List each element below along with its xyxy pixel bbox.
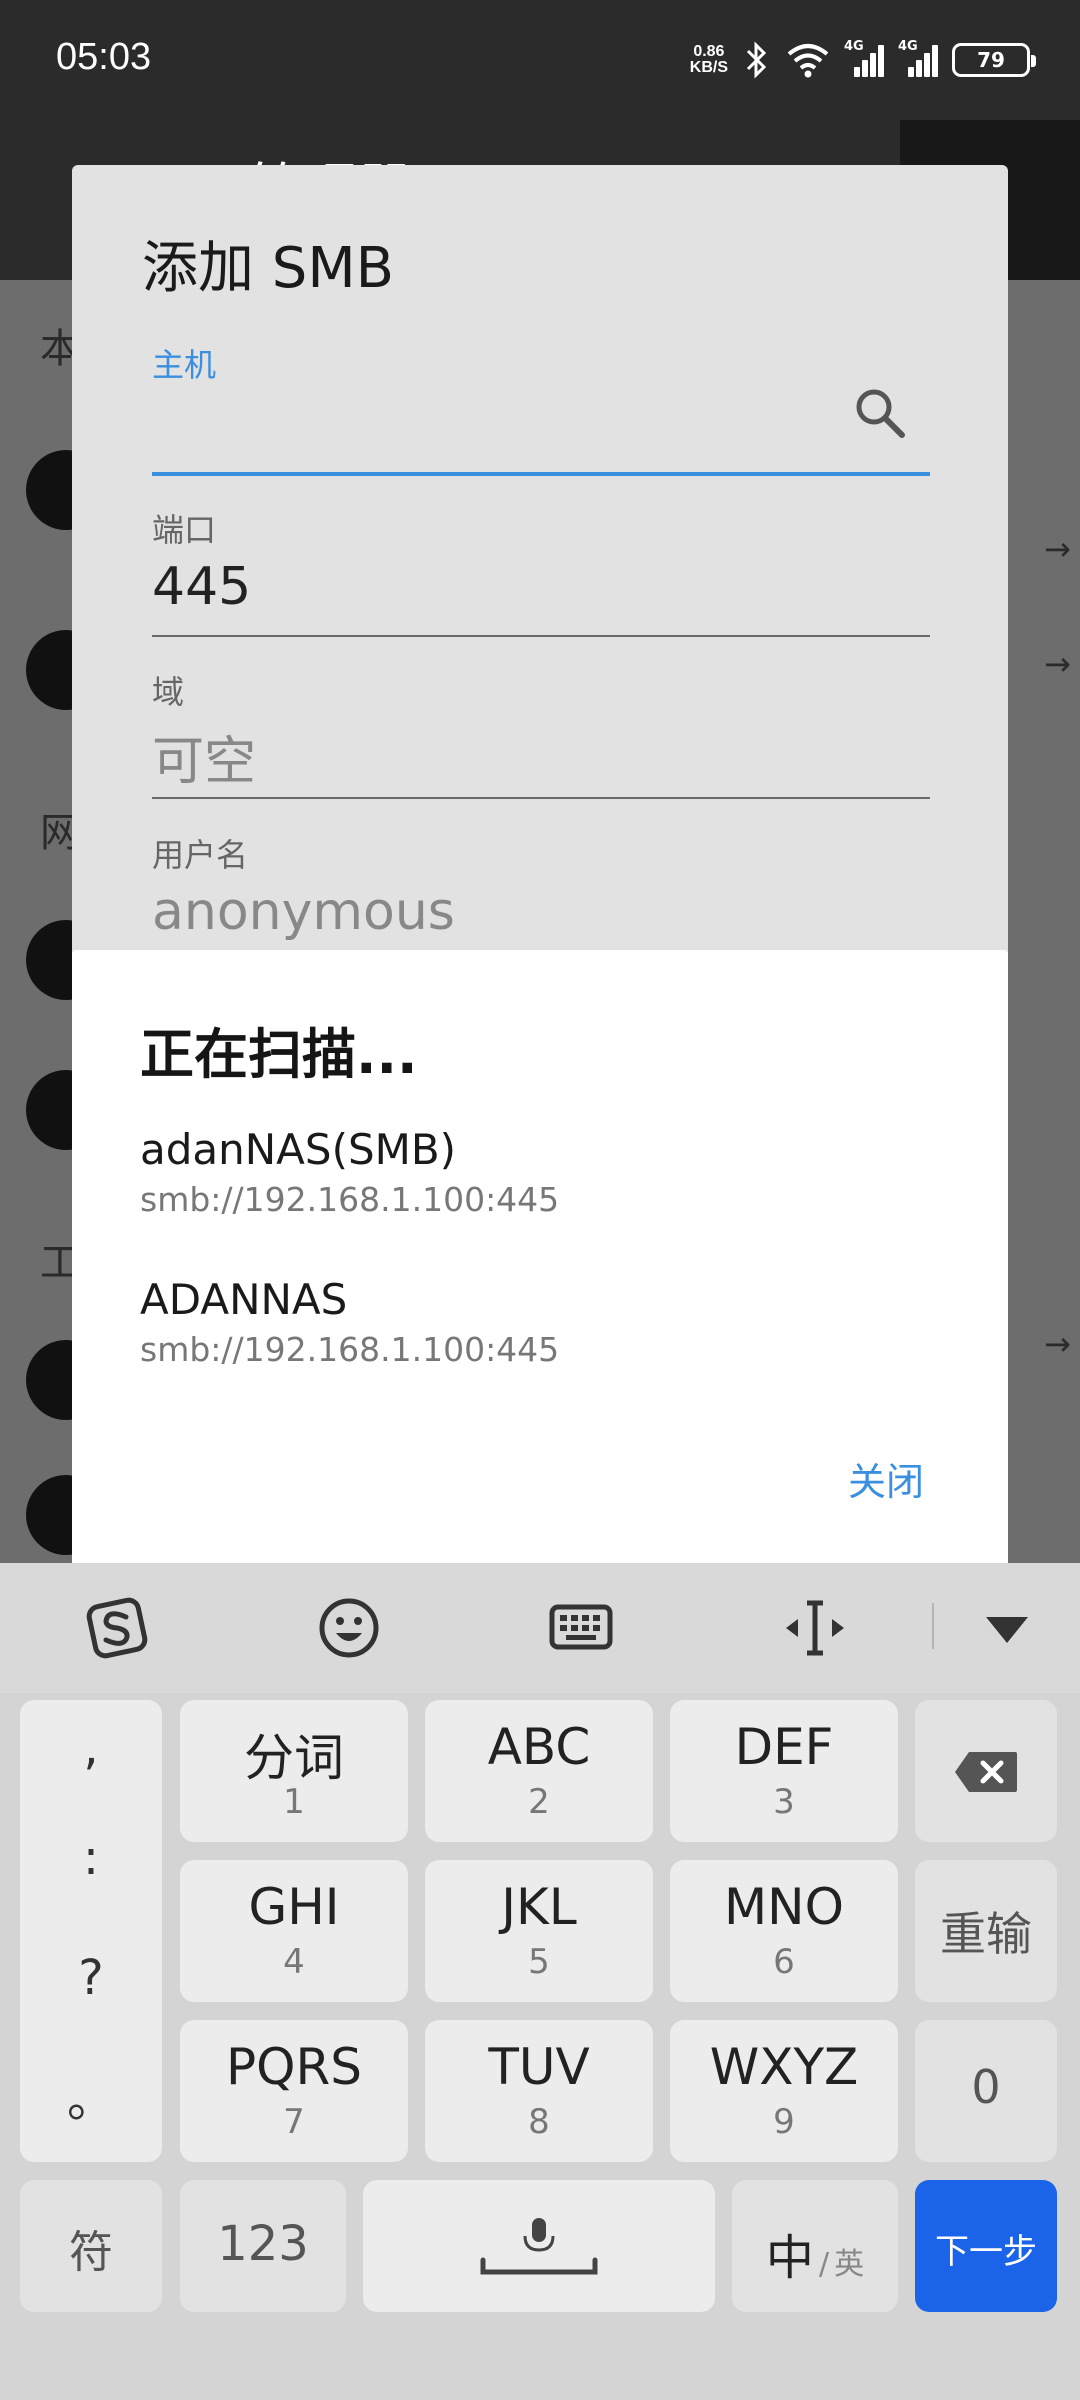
scanning-title: 正在扫描...	[140, 1023, 418, 1086]
key-sub-label: 5	[528, 1942, 550, 1982]
domain-input[interactable]: 可空	[152, 719, 256, 794]
port-underline	[152, 635, 930, 637]
key-main-label: 分词	[244, 1729, 344, 1787]
scan-result-item[interactable]: adanNAS(SMB) smb://192.168.1.100:445	[140, 1125, 940, 1219]
key-main-label: GHI	[248, 1878, 340, 1936]
key-main-label: WXYZ	[709, 2038, 859, 2096]
key-5-jkl[interactable]: JKL 5	[425, 1860, 653, 2002]
username-input[interactable]: anonymous	[152, 882, 455, 942]
key-2-abc[interactable]: ABC 2	[425, 1700, 653, 1842]
dialog-title: 添加 SMB	[142, 236, 395, 301]
punct-comma-key[interactable]: ,	[20, 1720, 162, 1776]
symbol-label: 符	[69, 2227, 113, 2278]
key-1-fenci[interactable]: 分词 1	[180, 1700, 408, 1842]
close-button[interactable]: 关闭	[848, 1451, 924, 1506]
key-main-label: MNO	[724, 1878, 844, 1936]
microphone-icon	[480, 2218, 598, 2275]
lang-chinese-label: 中	[765, 2230, 814, 2286]
scanning-dialog: 正在扫描... adanNAS(SMB) smb://192.168.1.100…	[72, 950, 1008, 1570]
key-main-label: ABC	[487, 1718, 591, 1776]
search-icon[interactable]	[852, 385, 908, 441]
battery-icon: 79	[952, 43, 1036, 77]
space-key[interactable]	[363, 2180, 715, 2312]
arrow-right-icon: →	[1044, 645, 1071, 683]
domain-underline	[152, 797, 930, 799]
next-label: 下一步	[935, 2232, 1037, 2272]
domain-label: 域	[152, 673, 185, 711]
key-0[interactable]: 0	[915, 2020, 1057, 2162]
signal-icon-1: 4G	[844, 39, 884, 77]
next-key[interactable]: 下一步	[915, 2180, 1057, 2312]
wifi-icon	[787, 44, 829, 78]
language-labels: 中 / 英	[732, 2218, 898, 2288]
scan-result-url: smb://192.168.1.100:445	[140, 1180, 560, 1219]
number-key[interactable]: 123	[180, 2180, 346, 2312]
lang-english-label: 英	[834, 2247, 865, 2282]
bluetooth-icon	[746, 41, 767, 79]
retype-label: 重输	[940, 1907, 1032, 1961]
key-sub-label: 2	[528, 1782, 550, 1822]
key-sub-label: 9	[773, 2102, 795, 2142]
lang-separator: /	[818, 2247, 830, 2282]
port-label: 端口	[152, 511, 217, 549]
key-sub-label: 6	[773, 1942, 795, 1982]
retype-key[interactable]: 重输	[915, 1860, 1057, 2002]
key-sub-label: 3	[773, 1782, 795, 1822]
punctuation-column[interactable]: , : ? 。	[20, 1700, 162, 2162]
key-main-label: TUV	[488, 2038, 590, 2096]
key-main-label: JKL	[501, 1878, 577, 1936]
arrow-right-icon: →	[1044, 1325, 1071, 1363]
key-3-def[interactable]: DEF 3	[670, 1700, 898, 1842]
key-6-mno[interactable]: MNO 6	[670, 1860, 898, 2002]
emoji-icon[interactable]	[314, 1593, 384, 1663]
host-field[interactable]: 主机	[152, 340, 930, 480]
signal-icon-2: 4G	[898, 39, 938, 77]
username-label: 用户名	[152, 836, 249, 874]
punct-period-key[interactable]: 。	[20, 2060, 162, 2130]
punct-colon-key[interactable]: :	[20, 1830, 162, 1886]
net-speed-unit: KB/S	[689, 59, 728, 76]
arrow-right-icon: →	[1044, 530, 1071, 568]
add-smb-dialog: 添加 SMB 主机 端口 445 域 可空 用户名 anonymous	[72, 165, 1008, 965]
backspace-icon	[955, 1752, 1017, 1792]
status-time: 05:03	[56, 36, 152, 78]
host-underline	[152, 472, 930, 476]
symbol-key[interactable]: 符	[20, 2180, 162, 2312]
key-9-wxyz[interactable]: WXYZ 9	[670, 2020, 898, 2162]
zero-label: 0	[971, 2060, 1001, 2114]
key-sub-label: 1	[283, 1782, 305, 1822]
key-8-tuv[interactable]: TUV 8	[425, 2020, 653, 2162]
battery-level: 79	[977, 48, 1005, 72]
port-field[interactable]: 端口 445	[152, 505, 930, 645]
sogou-logo-icon[interactable]	[82, 1593, 152, 1663]
scan-result-name: ADANNAS	[140, 1275, 348, 1324]
language-switch-key[interactable]: 中 / 英	[732, 2180, 898, 2312]
key-sub-label: 8	[528, 2102, 550, 2142]
key-4-ghi[interactable]: GHI 4	[180, 1860, 408, 2002]
toolbar-divider	[932, 1603, 934, 1649]
status-bar: 05:03 0.86 KB/S 4G 4G 79	[0, 0, 1080, 120]
scan-result-name: adanNAS(SMB)	[140, 1125, 457, 1174]
net-speed-value: 0.86	[693, 43, 725, 60]
status-icons: 0.86 KB/S 4G 4G 79	[690, 38, 1036, 82]
username-field[interactable]: 用户名 anonymous	[152, 830, 930, 960]
key-7-pqrs[interactable]: PQRS 7	[180, 2020, 408, 2162]
scan-result-url: smb://192.168.1.100:445	[140, 1330, 560, 1369]
scan-result-item[interactable]: ADANNAS smb://192.168.1.100:445	[140, 1275, 940, 1369]
key-main-label: PQRS	[226, 2038, 362, 2096]
key-sub-label: 4	[283, 1942, 305, 1982]
host-label: 主机	[152, 346, 217, 384]
backspace-key[interactable]	[915, 1700, 1057, 1842]
net-speed: 0.86 KB/S	[690, 44, 728, 76]
number-label: 123	[217, 2216, 309, 2272]
key-sub-label: 7	[283, 2102, 305, 2142]
keyboard-toolbar	[0, 1563, 1080, 1693]
punct-question-key[interactable]: ?	[20, 1950, 162, 2006]
domain-field[interactable]: 域 可空	[152, 667, 930, 807]
port-input[interactable]: 445	[152, 557, 251, 617]
keyboard-icon[interactable]	[546, 1593, 616, 1663]
cursor-move-icon[interactable]	[780, 1593, 850, 1663]
collapse-keyboard-icon[interactable]	[972, 1593, 1042, 1663]
key-main-label: DEF	[734, 1718, 834, 1776]
